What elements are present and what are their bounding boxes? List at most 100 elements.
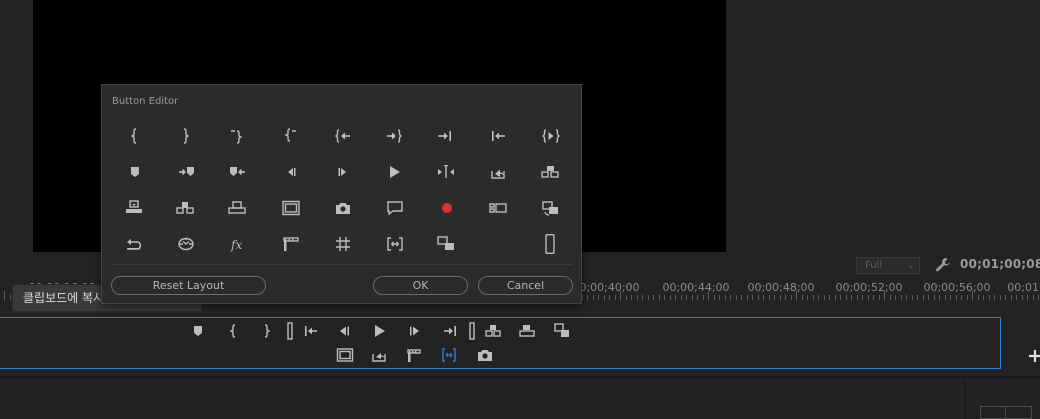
ruler-tick bbox=[868, 295, 869, 300]
vertical-bar-icon bbox=[287, 322, 293, 340]
camera-button[interactable] bbox=[474, 344, 496, 366]
step-forward-button[interactable] bbox=[330, 159, 356, 185]
play-in-to-out-button[interactable] bbox=[382, 231, 408, 257]
insert-button[interactable] bbox=[482, 320, 504, 342]
ruler-tick bbox=[587, 295, 588, 300]
insert-button[interactable] bbox=[172, 195, 198, 221]
reset-layout-button[interactable]: Reset Layout bbox=[111, 276, 266, 295]
go-to-previous-marker-button[interactable] bbox=[224, 159, 250, 185]
step-forward-icon bbox=[338, 168, 346, 176]
record-button[interactable] bbox=[434, 195, 460, 221]
multicam-icon bbox=[437, 236, 454, 250]
export-frame-button[interactable] bbox=[330, 195, 356, 221]
toggle-proxy-button[interactable] bbox=[403, 344, 425, 366]
step-back-button[interactable] bbox=[278, 159, 304, 185]
ruler-tick bbox=[879, 295, 880, 300]
go-to-next-marker-button[interactable] bbox=[174, 159, 200, 185]
add-icon[interactable] bbox=[1026, 347, 1040, 365]
marker-button[interactable] bbox=[187, 320, 209, 342]
go-to-out-icon bbox=[444, 326, 456, 336]
mark-selection-button[interactable] bbox=[278, 123, 304, 149]
overwrite-icon bbox=[519, 325, 535, 337]
safe-margins-button[interactable] bbox=[334, 344, 356, 366]
multicam-icon bbox=[554, 323, 569, 337]
fx-button[interactable]: fx bbox=[224, 231, 250, 257]
ruler-tick bbox=[4, 291, 5, 300]
ruler-tick bbox=[829, 295, 830, 300]
play-around-button[interactable] bbox=[433, 159, 459, 185]
play-in-to-out-button[interactable] bbox=[538, 123, 564, 149]
go-to-in-point-icon bbox=[492, 131, 505, 141]
add-marker-button[interactable] bbox=[122, 159, 148, 185]
button-editor-dialog: Button Editor fx Reset Layout OK Cancel bbox=[101, 84, 582, 304]
vr-video-button[interactable] bbox=[173, 231, 199, 257]
mark-in-button[interactable] bbox=[122, 123, 148, 149]
ruler-tick bbox=[659, 295, 660, 300]
safe-margins-button[interactable] bbox=[278, 195, 304, 221]
ruler-tick bbox=[780, 295, 781, 300]
ruler-label: 00;00;48;00 bbox=[747, 281, 815, 294]
cancel-button[interactable]: Cancel bbox=[478, 276, 573, 295]
play-button[interactable] bbox=[368, 320, 390, 342]
toggle-multicam-view-button[interactable] bbox=[537, 195, 563, 221]
go-to-in-icon bbox=[335, 129, 350, 143]
button-divider-right[interactable] bbox=[461, 320, 483, 342]
toggle-proxies-button[interactable] bbox=[278, 231, 304, 257]
button-divider-left[interactable] bbox=[279, 320, 301, 342]
step-back-button[interactable] bbox=[333, 320, 355, 342]
in-out-icon bbox=[442, 348, 456, 362]
step-forward-icon bbox=[410, 326, 419, 336]
go-to-out-button[interactable] bbox=[432, 123, 458, 149]
ruler-tick bbox=[791, 295, 792, 300]
go-to-out-marker-button[interactable] bbox=[381, 123, 407, 149]
play-button[interactable] bbox=[381, 159, 407, 185]
step-forward-button[interactable] bbox=[404, 320, 426, 342]
lift-edit-button[interactable] bbox=[121, 195, 147, 221]
wrench-icon[interactable] bbox=[934, 256, 952, 274]
mark-selection-icon bbox=[284, 128, 296, 142]
loop-playback-button[interactable] bbox=[121, 231, 147, 257]
play-in-out-icon bbox=[542, 129, 560, 143]
timecode-duration: 00;01;00;08 bbox=[960, 257, 1040, 271]
insert-icon bbox=[176, 202, 194, 214]
overwrite-button[interactable] bbox=[224, 195, 250, 221]
multicam-record-button[interactable] bbox=[433, 231, 459, 257]
go-to-in-point-button[interactable] bbox=[485, 123, 511, 149]
play-in-to-out-button[interactable] bbox=[438, 344, 460, 366]
comment-button[interactable] bbox=[382, 195, 408, 221]
lift-button[interactable] bbox=[485, 159, 511, 185]
panel-separator[interactable] bbox=[964, 380, 966, 419]
mark-out-button[interactable] bbox=[255, 320, 277, 342]
ruler-tick bbox=[714, 295, 715, 300]
play-icon bbox=[390, 166, 400, 178]
go-to-in-button[interactable] bbox=[300, 320, 322, 342]
ruler-tick bbox=[703, 295, 704, 300]
ruler-tick bbox=[730, 295, 731, 300]
go-to-out-button[interactable] bbox=[439, 320, 461, 342]
go-to-in-button[interactable] bbox=[330, 123, 356, 149]
ruler-tick bbox=[725, 295, 726, 300]
ruler-tick bbox=[807, 295, 808, 300]
mark-clip-button[interactable] bbox=[223, 123, 249, 149]
fx-icon: fx bbox=[230, 238, 242, 252]
ruler-tick bbox=[862, 295, 863, 300]
marker-icon bbox=[194, 326, 202, 336]
ruler-tick bbox=[686, 295, 687, 300]
mark-out-button[interactable] bbox=[172, 123, 198, 149]
ruler-tick bbox=[945, 295, 946, 300]
playback-resolution-select[interactable]: Full ⌄ bbox=[856, 257, 920, 274]
overwrite-button[interactable] bbox=[516, 320, 538, 342]
show-rulers-button[interactable] bbox=[330, 231, 356, 257]
ruler-tick bbox=[752, 295, 753, 300]
extract-button[interactable] bbox=[537, 159, 563, 185]
ruler-tick bbox=[708, 291, 709, 300]
ok-button[interactable]: OK bbox=[373, 276, 468, 295]
button-spacer[interactable] bbox=[537, 231, 563, 257]
export-frame-button[interactable] bbox=[368, 344, 390, 366]
grid-icon bbox=[336, 237, 350, 251]
playback-resolution-value: Full bbox=[865, 260, 883, 271]
export-frame-multi-button[interactable] bbox=[551, 320, 573, 342]
camera-icon bbox=[336, 203, 350, 214]
mark-in-button[interactable] bbox=[223, 320, 245, 342]
multi-camera-button[interactable] bbox=[485, 195, 511, 221]
